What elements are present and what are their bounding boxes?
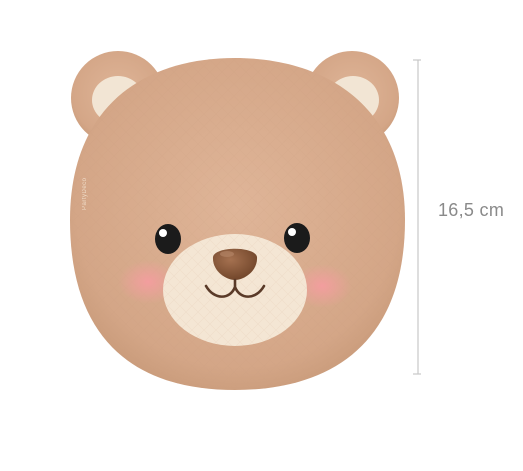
right-eye: [284, 223, 310, 253]
brand-mark: PartyDeco: [82, 177, 88, 210]
left-eye: [155, 224, 181, 254]
dimension-indicator: [413, 59, 421, 375]
product-scene: PartyDeco: [70, 51, 421, 390]
dimension-label: 16,5 cm: [438, 200, 505, 220]
